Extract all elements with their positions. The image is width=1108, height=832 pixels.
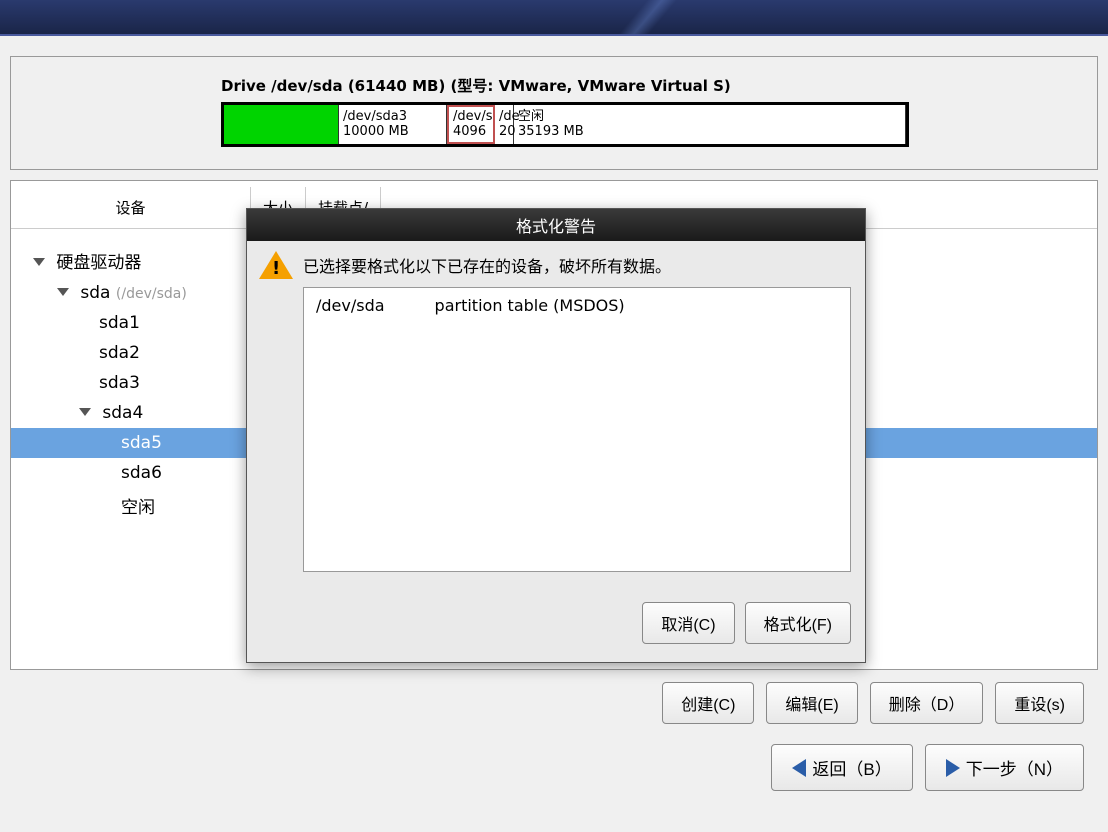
arrow-right-icon [946, 759, 960, 777]
seg-size: 4096 [453, 125, 489, 139]
create-button[interactable]: 创建(C) [662, 682, 754, 724]
next-label: 下一步（N） [966, 755, 1063, 780]
tree-label: 硬盘驱动器 [56, 253, 141, 273]
partition-seg-4096[interactable]: /dev/s 4096 [447, 105, 495, 144]
drive-summary-panel: Drive /dev/sda (61440 MB) (型号: VMware, V… [10, 56, 1098, 170]
cancel-button[interactable]: 取消(C) [642, 602, 734, 644]
dialog-device-list: /dev/sda partition table (MSDOS) [303, 287, 851, 572]
edit-button[interactable]: 编辑(E) [766, 682, 857, 724]
seg-label: 空闲 [518, 110, 901, 124]
list-item: /dev/sda partition table (MSDOS) [316, 296, 838, 315]
list-desc: partition table (MSDOS) [435, 296, 625, 315]
seg-size: 10000 MB [343, 125, 442, 139]
seg-label: /dev/s [453, 110, 489, 124]
seg-size: 20 [499, 125, 509, 139]
seg-label: /de [499, 110, 509, 124]
partition-seg-20[interactable]: /de 20 [495, 105, 514, 144]
format-warning-dialog: 格式化警告 已选择要格式化以下已存在的设备，破坏所有数据。 /dev/sda p… [246, 208, 866, 663]
seg-size: 35193 MB [518, 125, 901, 139]
partition-seg-free[interactable]: 空闲 35193 MB [514, 105, 906, 144]
partition-seg-sda3[interactable]: /dev/sda3 10000 MB [339, 105, 447, 144]
chevron-down-icon [33, 258, 45, 266]
dialog-buttons: 取消(C) 格式化(F) [247, 588, 865, 662]
tree-label: sda4 [102, 403, 143, 423]
dialog-message: 已选择要格式化以下已存在的设备，破坏所有数据。 [303, 251, 671, 277]
format-button[interactable]: 格式化(F) [745, 602, 851, 644]
header-bar [0, 0, 1108, 36]
wizard-nav: 返回（B） 下一步（N） [0, 736, 1108, 801]
column-device[interactable]: 设备 [11, 187, 251, 228]
delete-button[interactable]: 删除（D） [870, 682, 984, 724]
drive-visualization[interactable]: /dev/sda3 10000 MB /dev/s 4096 /de 20 空闲… [221, 102, 909, 147]
arrow-left-icon [792, 759, 806, 777]
partition-actions: 创建(C) 编辑(E) 删除（D） 重设(s) [0, 678, 1108, 736]
warning-icon [259, 251, 293, 281]
tree-label: sda [80, 283, 110, 303]
next-button[interactable]: 下一步（N） [925, 744, 1084, 791]
dialog-title: 格式化警告 [247, 209, 865, 241]
back-button[interactable]: 返回（B） [771, 744, 912, 791]
list-device: /dev/sda [316, 296, 385, 315]
chevron-down-icon [79, 408, 91, 416]
back-label: 返回（B） [812, 755, 891, 780]
seg-label: /dev/sda3 [343, 110, 442, 124]
partition-seg-green[interactable] [224, 105, 339, 144]
tree-hint: (/dev/sda) [116, 286, 187, 302]
reset-button[interactable]: 重设(s) [995, 682, 1084, 724]
chevron-down-icon [57, 288, 69, 296]
drive-title: Drive /dev/sda (61440 MB) (型号: VMware, V… [221, 75, 1097, 96]
